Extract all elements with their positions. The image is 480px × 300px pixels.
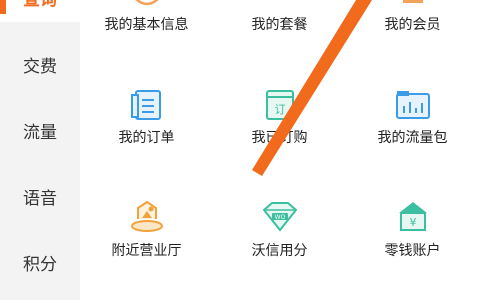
tile-label: 沃信用分 bbox=[251, 243, 308, 259]
category-sidebar: 查询 交费 流量 语音 积分 bbox=[0, 0, 80, 300]
tile-data-package[interactable]: 我的流量包 bbox=[346, 82, 479, 152]
sidebar-item-data[interactable]: 流量 bbox=[0, 118, 80, 148]
tile-label: 我的基本信息 bbox=[104, 17, 189, 33]
sidebar-item-label: 交费 bbox=[23, 57, 57, 77]
sidebar-item-points[interactable]: 积分 bbox=[0, 250, 80, 280]
tile-my-member[interactable]: 我的会员 bbox=[346, 0, 479, 60]
user-info-icon bbox=[134, 0, 159, 6]
wallet-icon: ¥ bbox=[398, 202, 427, 231]
sidebar-item-query[interactable]: 查询 bbox=[0, 0, 80, 22]
member-icon bbox=[402, 0, 423, 3]
credit-badge-text: WO bbox=[274, 214, 285, 221]
sidebar-item-label: 积分 bbox=[23, 255, 57, 275]
tile-my-package[interactable]: 我的套餐 bbox=[213, 0, 346, 60]
sidebar-item-payment[interactable]: 交费 bbox=[0, 52, 80, 82]
tile-my-order[interactable]: 我的订单 bbox=[80, 82, 213, 152]
nearby-store-icon bbox=[130, 200, 163, 232]
tile-subscribed[interactable]: 订 我已订购 bbox=[213, 82, 346, 152]
svg-text:订: 订 bbox=[274, 103, 285, 116]
order-icon bbox=[130, 90, 161, 120]
service-grid: 我的基本信息 我的套餐 我的会员 我的订单 订 我已订购 我的流量包 附近营业厅… bbox=[80, 0, 480, 300]
active-indicator bbox=[0, 0, 6, 14]
tile-basic-info[interactable]: 我的基本信息 bbox=[80, 0, 213, 60]
tile-nearby-store[interactable]: 附近营业厅 bbox=[80, 195, 213, 265]
subscribed-icon: 订 bbox=[265, 90, 294, 120]
tile-label: 我的流量包 bbox=[377, 130, 448, 146]
credit-score-icon: WO bbox=[262, 202, 297, 232]
tile-label: 我已订购 bbox=[251, 130, 308, 146]
sidebar-item-label: 语音 bbox=[23, 189, 57, 209]
sidebar-item-label: 流量 bbox=[23, 123, 57, 143]
tile-label: 附近营业厅 bbox=[111, 243, 182, 259]
tile-label: 我的订单 bbox=[118, 130, 175, 146]
sidebar-item-voice[interactable]: 语音 bbox=[0, 184, 80, 214]
tile-label: 我的会员 bbox=[384, 17, 441, 33]
currency-symbol: ¥ bbox=[409, 216, 416, 229]
sidebar-item-label: 查询 bbox=[23, 0, 57, 10]
tile-label: 零钱账户 bbox=[384, 243, 441, 259]
data-package-icon bbox=[395, 91, 430, 119]
tile-wallet[interactable]: ¥ 零钱账户 bbox=[346, 195, 479, 265]
tile-label: 我的套餐 bbox=[251, 17, 308, 33]
tile-credit-score[interactable]: WO 沃信用分 bbox=[213, 195, 346, 265]
